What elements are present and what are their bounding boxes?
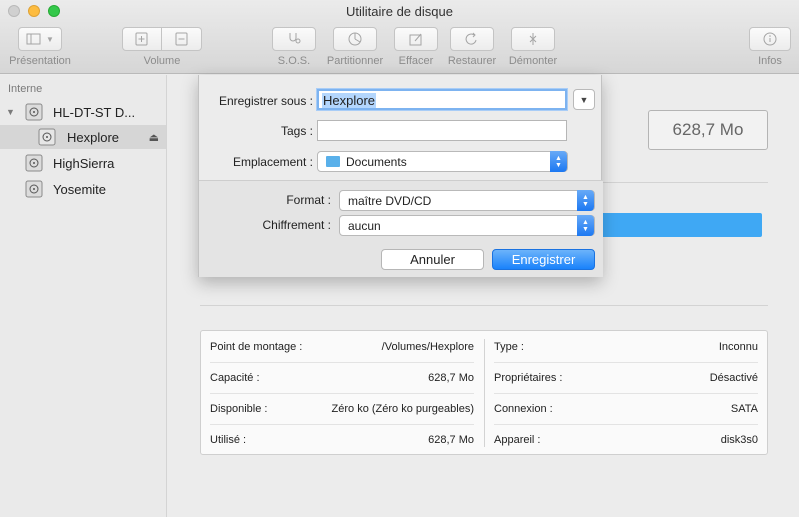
erase-button[interactable]	[394, 27, 438, 51]
location-value: Documents	[346, 154, 407, 169]
chevron-down-icon: ▼	[46, 34, 54, 44]
format-popup[interactable]: maître DVD/CD ▲ ▼	[339, 190, 595, 211]
info-row-connection: Connexion : SATA	[494, 393, 758, 424]
first-aid-button[interactable]	[272, 27, 316, 51]
dialog-options-area: Format : maître DVD/CD ▲ ▼ Chiffrement : …	[199, 180, 603, 277]
encryption-label: Chiffrement :	[262, 218, 331, 232]
erase-label: Effacer	[398, 55, 434, 67]
presentation-label: Présentation	[9, 55, 71, 67]
save-as-field[interactable]: Hexplore	[317, 89, 567, 110]
sidebar: Interne ▼ HL-DT-ST D... Hexplore ⏏ HighS…	[0, 75, 167, 517]
restore-label: Restaurer	[447, 55, 497, 67]
tags-field[interactable]	[317, 120, 567, 141]
unmount-label: Démonter	[508, 55, 558, 67]
presentation-button[interactable]: ▼	[18, 27, 62, 51]
info-row-type: Type : Inconnu	[494, 331, 758, 362]
disk-volume-icon	[25, 154, 43, 172]
sidebar-icon	[26, 33, 41, 45]
info-value: Zéro ko (Zéro ko purgeables)	[331, 402, 474, 415]
partition-button[interactable]	[333, 27, 377, 51]
info-label: Capacité :	[210, 371, 260, 384]
window-title: Utilitaire de disque	[346, 4, 453, 19]
info-row-mount-point: Point de montage : /Volumes/Hexplore	[210, 331, 474, 362]
info-icon	[763, 32, 777, 46]
eject-icon[interactable]: ⏏	[149, 131, 159, 144]
info-row-available: Disponible : Zéro ko (Zéro ko purgeables…	[210, 393, 474, 424]
location-label: Emplacement :	[232, 155, 313, 169]
info-value: disk3s0	[720, 433, 758, 446]
sidebar-item-label: Hexplore	[67, 129, 120, 145]
stethoscope-icon	[289, 33, 301, 44]
info-value: Inconnu	[718, 340, 758, 353]
info-label: Type :	[494, 340, 524, 353]
info-label: Disponible :	[210, 402, 268, 415]
info-value: SATA	[730, 402, 758, 415]
info-row-capacity: Capacité : 628,7 Mo	[210, 362, 474, 393]
info-button[interactable]	[749, 27, 791, 51]
add-volume-icon	[135, 32, 148, 46]
save-as-value: Hexplore	[322, 93, 377, 108]
sidebar-section-internal: Interne	[8, 83, 43, 95]
sidebar-item-label: Yosemite	[53, 181, 106, 197]
info-value: /Volumes/Hexplore	[381, 340, 474, 353]
erase-icon	[409, 33, 422, 46]
restore-icon	[465, 32, 477, 45]
toolbar: Utilitaire de disque ▼ Présentation Volu…	[0, 0, 799, 74]
sidebar-item-hexplore[interactable]: Hexplore ⏏	[0, 125, 166, 149]
add-volume-button[interactable]	[122, 27, 162, 51]
restore-button[interactable]	[450, 27, 494, 51]
save-dialog: Enregistrer sous : Hexplore ▼ Tags : Emp…	[198, 75, 603, 277]
popup-arrows-icon: ▲ ▼	[550, 151, 567, 172]
chevron-down-icon: ▼	[579, 94, 589, 105]
volume-size-box: 628,7 Mo	[648, 110, 768, 150]
unmount-button[interactable]	[511, 27, 555, 51]
sidebar-item-yosemite[interactable]: Yosemite	[0, 177, 166, 201]
location-popup[interactable]: Documents ▲ ▼	[317, 151, 568, 172]
format-value: maître DVD/CD	[348, 193, 432, 208]
save-as-label: Enregistrer sous :	[218, 94, 313, 108]
format-label: Format :	[286, 193, 331, 207]
info-value: Désactivé	[709, 371, 758, 384]
info-label: Propriétaires :	[494, 371, 563, 384]
expand-dialog-button[interactable]: ▼	[573, 89, 595, 110]
remove-volume-icon	[175, 32, 187, 46]
info-row-used: Utilisé : 628,7 Mo	[210, 424, 474, 455]
remove-volume-button[interactable]	[162, 27, 202, 51]
info-row-device: Appareil : disk3s0	[494, 424, 758, 455]
info-label: Connexion :	[494, 402, 553, 415]
popup-arrows-icon: ▲ ▼	[577, 190, 594, 211]
tags-label: Tags :	[280, 124, 313, 138]
info-value: 628,7 Mo	[428, 433, 474, 446]
folder-icon	[326, 156, 340, 167]
info-label: Infos	[758, 55, 782, 67]
sidebar-item-hl-dt-st[interactable]: ▼ HL-DT-ST D...	[0, 100, 166, 124]
sidebar-item-label: HighSierra	[53, 155, 115, 171]
info-column-divider	[484, 339, 485, 447]
optical-drive-icon	[25, 103, 43, 121]
info-table: Point de montage : /Volumes/Hexplore Typ…	[200, 330, 768, 455]
divider	[200, 305, 768, 306]
disc-volume-icon	[38, 128, 56, 146]
info-row-owners: Propriétaires : Désactivé	[494, 362, 758, 393]
usage-bar	[588, 213, 762, 237]
sidebar-item-label: HL-DT-ST D...	[53, 104, 136, 120]
popup-arrows-icon: ▲ ▼	[577, 215, 594, 236]
disclosure-triangle-icon[interactable]: ▼	[6, 107, 15, 117]
encryption-value: aucun	[348, 218, 381, 233]
sos-label: S.O.S.	[277, 55, 311, 67]
info-label: Point de montage :	[210, 340, 303, 353]
info-label: Utilisé :	[210, 433, 247, 446]
save-button[interactable]: Enregistrer	[492, 249, 595, 270]
disk-volume-icon	[25, 180, 43, 198]
info-label: Appareil :	[494, 433, 541, 446]
volume-label: Volume	[143, 55, 181, 67]
sidebar-item-highsierra[interactable]: HighSierra	[0, 151, 166, 175]
encryption-popup[interactable]: aucun ▲ ▼	[339, 215, 595, 236]
unmount-icon	[529, 33, 537, 45]
info-value: 628,7 Mo	[428, 371, 474, 384]
partition-label: Partitionner	[326, 55, 384, 67]
pie-chart-icon	[348, 32, 362, 46]
cancel-button[interactable]: Annuler	[381, 249, 484, 270]
